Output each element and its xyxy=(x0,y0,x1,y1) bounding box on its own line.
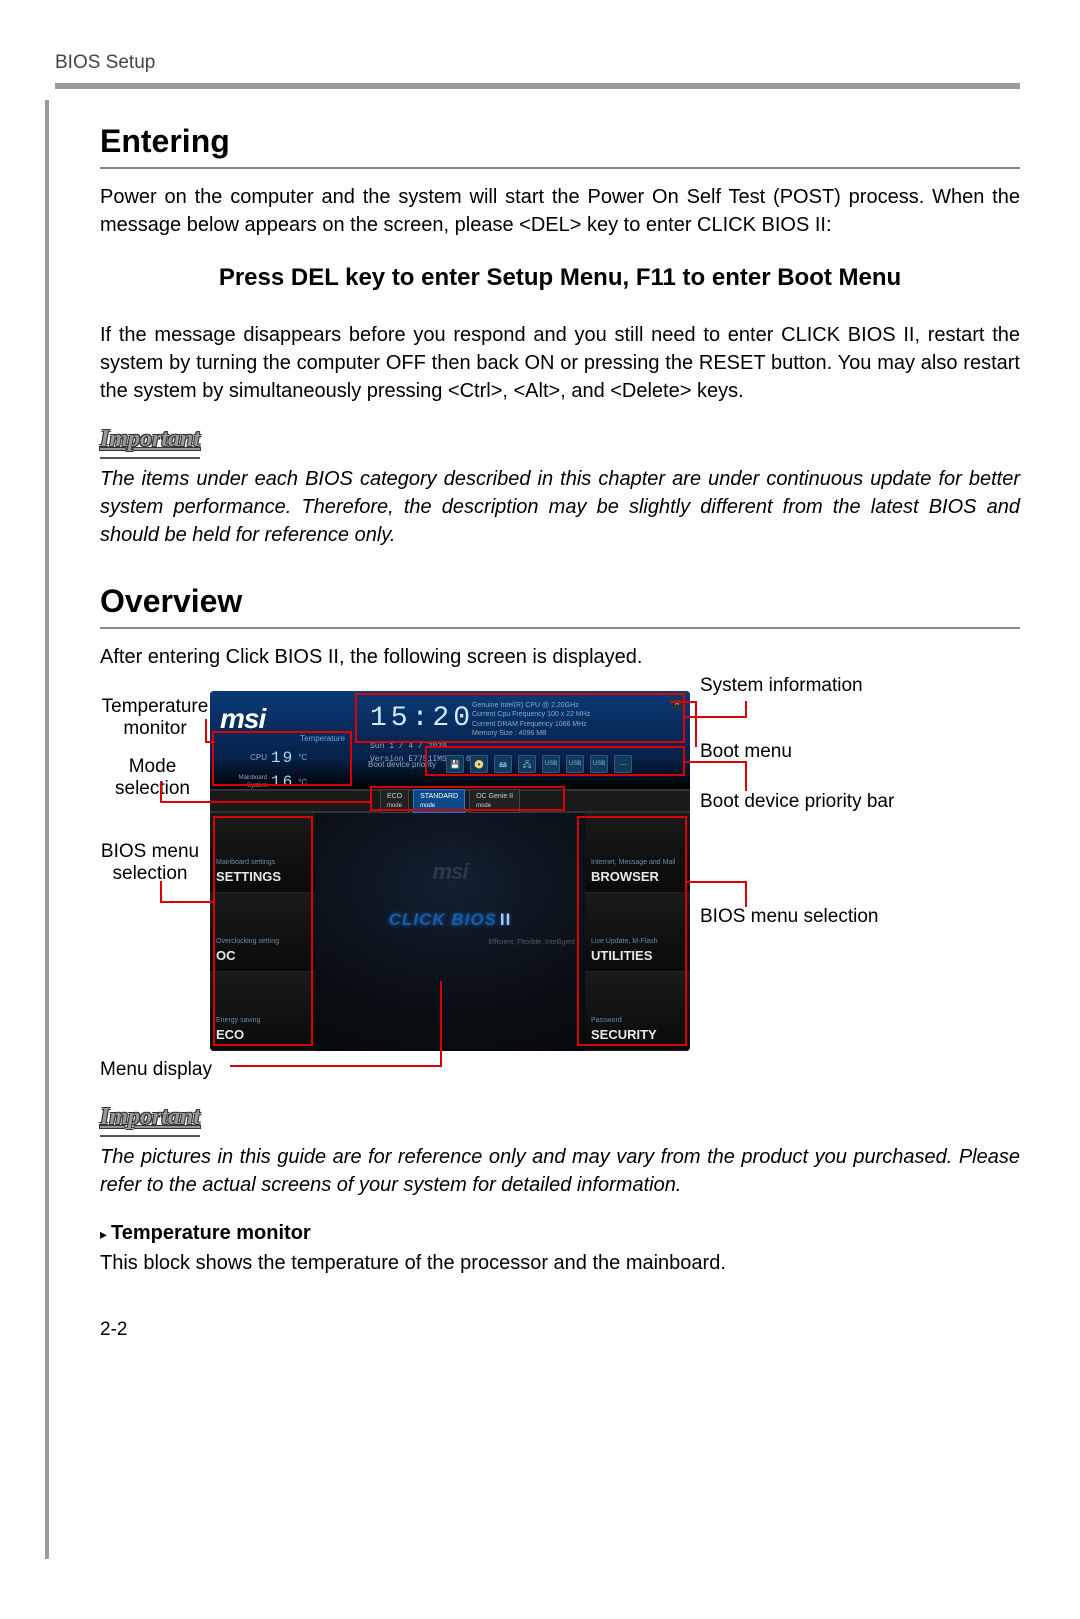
leader-line xyxy=(230,1065,440,1067)
temperature-monitor-item: ▸Temperature monitor xyxy=(100,1219,1020,1247)
menu-security[interactable]: Password SECURITY xyxy=(585,972,690,1051)
temperature-block: Temperature CPU 19 °C Mainboard System 1… xyxy=(222,733,352,783)
entering-p1: Power on the computer and the system wil… xyxy=(100,183,1020,239)
boot-dev-icon[interactable]: 💾 xyxy=(446,755,464,773)
press-del-message: Press DEL key to enter Setup Menu, F11 t… xyxy=(100,261,1020,295)
right-menu: Internet, Message and Mail BROWSER Live … xyxy=(585,813,690,1051)
header-rule xyxy=(55,83,1020,89)
label-temperature-monitor: Temperature monitor xyxy=(100,696,210,740)
important-text-2: The pictures in this guide are for refer… xyxy=(100,1143,1020,1199)
tagline: Efficient, Flexible, Intelligent xyxy=(488,938,575,948)
boot-dev-icon[interactable]: ⋯ xyxy=(614,755,632,773)
boot-dev-icon[interactable]: USB xyxy=(566,755,584,773)
overview-intro: After entering Click BIOS II, the follow… xyxy=(100,643,1020,671)
mb-label: Mainboard System xyxy=(222,774,267,791)
page-number: 2-2 xyxy=(100,1317,1020,1344)
menu-utilities[interactable]: Live Update, M-Flash UTILITIES xyxy=(585,893,690,972)
leader-line xyxy=(687,881,745,883)
system-info: Genuine Intel(R) CPU @ 2.20GHz Current C… xyxy=(472,701,590,737)
boot-dev-icon[interactable]: 🖴 xyxy=(494,755,512,773)
boot-label: Boot device priority xyxy=(368,759,436,770)
mode-standard-button[interactable]: STANDARDmode xyxy=(413,789,465,813)
important-text-1: The items under each BIOS category descr… xyxy=(100,465,1020,549)
important-label-2: Important xyxy=(100,1101,200,1137)
leader-line xyxy=(160,901,215,903)
close-icon[interactable]: × xyxy=(670,697,684,711)
mode-selection-bar: ECOmode STANDARDmode OC Genie IImode xyxy=(210,789,690,813)
bios-figure: Temperature monitor Mode selection BIOS … xyxy=(100,681,1020,1071)
leader-line xyxy=(745,881,747,907)
label-menu-display: Menu display xyxy=(100,1057,212,1084)
overview-heading: Overview xyxy=(100,579,1020,624)
rule xyxy=(100,167,1020,169)
mode-eco-button[interactable]: ECOmode xyxy=(380,789,409,813)
cpu-temp: 19 xyxy=(271,747,294,769)
boot-dev-icon[interactable]: 🖧 xyxy=(518,755,536,773)
entering-heading: Entering xyxy=(100,119,1020,164)
label-system-information: System information xyxy=(700,675,863,697)
menu-browser[interactable]: Internet, Message and Mail BROWSER xyxy=(585,813,690,892)
center-display: msi CLICK BIOSII Efficient, Flexible, In… xyxy=(315,813,585,1051)
leader-line xyxy=(745,701,747,718)
label-bios-menu-right: BIOS menu selection xyxy=(700,906,878,928)
faint-msi-logo: msi xyxy=(433,857,468,888)
left-menu: Mainboard settings SETTINGS Overclocking… xyxy=(210,813,315,1051)
boot-dev-icon[interactable]: USB xyxy=(542,755,560,773)
temperature-monitor-text: This block shows the temperature of the … xyxy=(100,1249,1020,1277)
label-boot-priority: Boot device priority bar xyxy=(700,791,894,813)
mode-ocgenie-button[interactable]: OC Genie IImode xyxy=(469,789,520,813)
label-mode-selection: Mode selection xyxy=(100,756,205,800)
menu-eco[interactable]: Energy saving ECO xyxy=(210,972,315,1051)
bios-top-bar: msi × Temperature CPU 19 °C Mainboard Sy… xyxy=(210,691,690,789)
side-rule xyxy=(45,100,49,1559)
boot-priority-bar[interactable]: Boot device priority 💾 📀 🖴 🖧 USB USB USB… xyxy=(368,749,680,779)
leader-line xyxy=(695,701,697,747)
rule xyxy=(100,627,1020,629)
deg: °C xyxy=(298,777,307,788)
entering-p2: If the message disappears before you res… xyxy=(100,321,1020,405)
page-content: Entering Power on the computer and the s… xyxy=(55,119,1020,1344)
cpu-label: CPU xyxy=(222,752,267,763)
boot-dev-icon[interactable]: USB xyxy=(590,755,608,773)
leader-line xyxy=(685,716,745,718)
triangle-bullet-icon: ▸ xyxy=(100,1226,107,1242)
click-bios-logo: CLICK BIOSII xyxy=(389,908,512,932)
page-header: BIOS Setup xyxy=(55,50,1020,77)
boot-dev-icon[interactable]: 📀 xyxy=(470,755,488,773)
menu-oc[interactable]: Overclocking setting OC xyxy=(210,893,315,972)
important-label-1: Important xyxy=(100,423,200,459)
bios-main: Mainboard settings SETTINGS Overclocking… xyxy=(210,813,690,1051)
temp-heading: Temperature xyxy=(222,733,351,744)
label-bios-menu-left: BIOS menu selection xyxy=(100,841,200,885)
deg: °C xyxy=(298,752,307,763)
menu-settings[interactable]: Mainboard settings SETTINGS xyxy=(210,813,315,892)
bios-screenshot: msi × Temperature CPU 19 °C Mainboard Sy… xyxy=(210,691,690,1051)
label-boot-menu: Boot menu xyxy=(700,739,792,766)
